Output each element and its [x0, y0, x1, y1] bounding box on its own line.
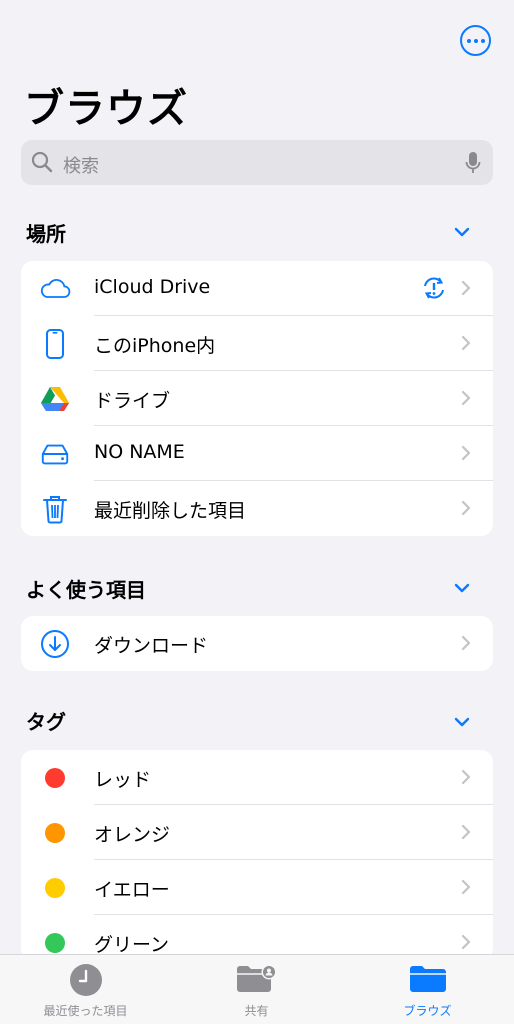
- chevron-down-icon[interactable]: [453, 582, 471, 594]
- iphone-icon: [39, 328, 71, 360]
- google-drive-icon: [39, 383, 71, 415]
- shared-folder-icon: [236, 964, 276, 992]
- folder-icon: [409, 966, 446, 992]
- location-row-this-iphone[interactable]: このiPhone内: [21, 316, 493, 371]
- location-row-icloud-drive[interactable]: iCloud Drive: [21, 261, 493, 316]
- sync-alert-icon: [424, 277, 444, 299]
- favorites-list: ダウンロード: [21, 616, 493, 671]
- trash-icon: [39, 493, 71, 525]
- external-drive-icon: [39, 438, 71, 470]
- red-tag-dot-icon: [45, 768, 65, 788]
- microphone-icon[interactable]: [465, 151, 481, 175]
- chevron-right-icon: [461, 280, 471, 296]
- favorite-row-downloads[interactable]: ダウンロード: [21, 616, 493, 671]
- ellipsis-icon: [466, 38, 471, 43]
- section-title-favorites: よく使う項目: [26, 578, 146, 602]
- more-options-button[interactable]: [460, 25, 491, 56]
- page-title: ブラウズ: [24, 86, 188, 132]
- search-field[interactable]: 検索: [21, 140, 493, 185]
- search-icon: [31, 151, 53, 173]
- location-row-no-name[interactable]: NO NAME: [21, 426, 493, 481]
- chevron-right-icon: [461, 769, 471, 785]
- yellow-tag-dot-icon: [45, 878, 65, 898]
- chevron-right-icon: [461, 445, 471, 461]
- location-row-drive[interactable]: ドライブ: [21, 371, 493, 426]
- download-circle-icon: [39, 628, 71, 660]
- chevron-right-icon: [461, 879, 471, 895]
- chevron-right-icon: [461, 335, 471, 351]
- section-title-locations: 場所: [26, 222, 66, 246]
- chevron-right-icon: [461, 500, 471, 516]
- tag-row-orange[interactable]: オレンジ: [21, 805, 493, 860]
- chevron-right-icon: [461, 934, 471, 950]
- tab-bar: 最近使った項目 共有 ブラウズ: [0, 954, 514, 1024]
- tag-row-red[interactable]: レッド: [21, 750, 493, 805]
- tab-shared[interactable]: 共有: [171, 955, 342, 1024]
- tag-row-yellow[interactable]: イエロー: [21, 860, 493, 915]
- tab-recents[interactable]: 最近使った項目: [0, 955, 171, 1024]
- tab-browse[interactable]: ブラウズ: [342, 955, 513, 1024]
- orange-tag-dot-icon: [45, 823, 65, 843]
- chevron-right-icon: [461, 635, 471, 651]
- tags-list: レッド オレンジ イエロー グリーン: [21, 750, 493, 960]
- location-row-recently-deleted[interactable]: 最近削除した項目: [21, 481, 493, 536]
- icloud-icon: [39, 273, 71, 305]
- green-tag-dot-icon: [45, 933, 65, 953]
- chevron-right-icon: [461, 824, 471, 840]
- chevron-right-icon: [461, 390, 471, 406]
- chevron-down-icon[interactable]: [453, 716, 471, 728]
- chevron-down-icon[interactable]: [453, 226, 471, 238]
- clock-icon: [69, 964, 102, 996]
- search-placeholder: 検索: [63, 156, 99, 177]
- section-title-tags: タグ: [26, 710, 66, 734]
- locations-list: iCloud Drive このiPhone内 ドライブ NO NAME 最近削除…: [21, 261, 493, 536]
